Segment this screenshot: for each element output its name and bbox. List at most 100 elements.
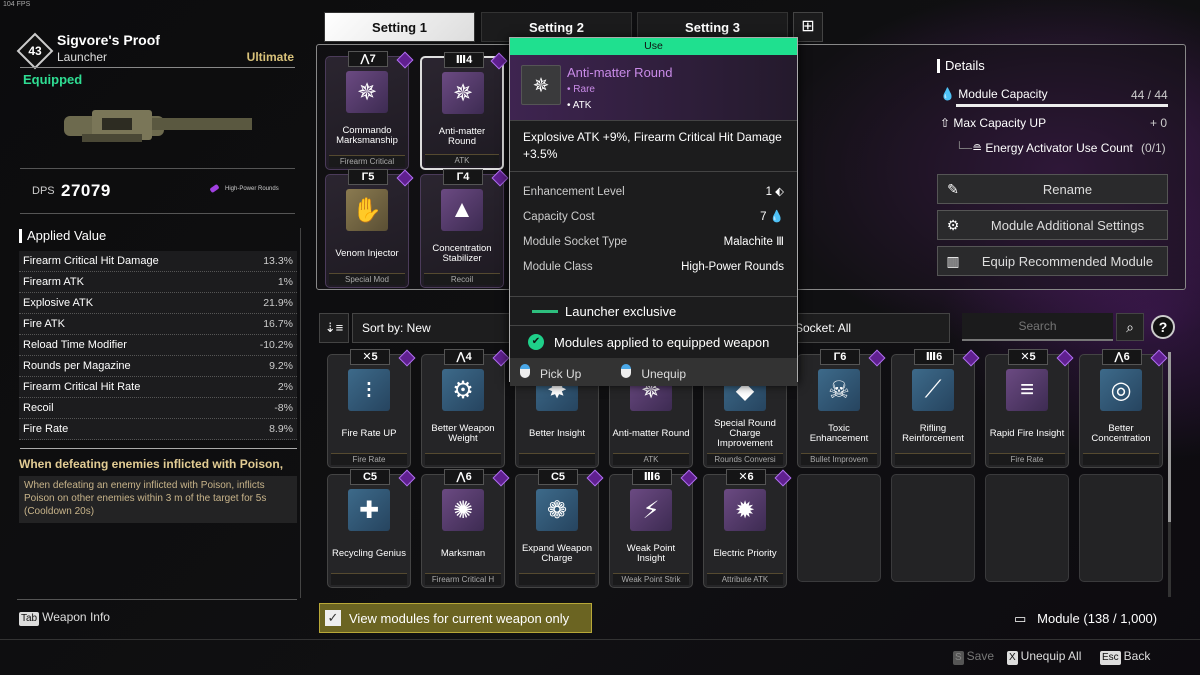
module-name: Recycling Genius: [332, 548, 406, 559]
fps-counter: 104 FPS: [3, 1, 31, 8]
empty-module-slot: [1079, 474, 1163, 582]
launcher-exclusive: Launcher exclusive: [510, 296, 797, 325]
dps-label: DPS: [32, 185, 55, 197]
tooltip-property-row: Module Socket Type Malachite Ⅲ: [510, 230, 797, 255]
details-title: Details: [937, 59, 985, 73]
capacity-socket: ⋀6: [444, 469, 484, 485]
tooltip-module-name: Anti-matter Round: [567, 65, 673, 80]
empty-module-slot: [985, 474, 1069, 582]
grid-plus-icon: ⊞: [801, 18, 815, 35]
module-icon: ⚡: [630, 489, 672, 531]
module-icon: ◎: [1100, 369, 1142, 411]
module-icon: ✚: [348, 489, 390, 531]
module-name: Anti-matter Round: [612, 428, 690, 439]
pick-up-action[interactable]: Pick Up: [520, 363, 581, 381]
socket-filter-dropdown[interactable]: Socket: All: [790, 313, 950, 343]
module-tooltip: Use ✵ Anti-matter Round • Rare • ATK Exp…: [509, 37, 798, 386]
module-category: [519, 453, 595, 465]
empty-module-slot: [891, 474, 975, 582]
unequip-action[interactable]: Unequip: [621, 363, 686, 381]
sort-order-button[interactable]: ⇣≡: [319, 313, 349, 343]
module-icon: ▲: [441, 189, 483, 231]
current-weapon-filter-checkbox[interactable]: ✓ View modules for current weapon only: [319, 603, 592, 633]
unequip-all-hotkey[interactable]: X Unequip All: [1007, 649, 1081, 665]
module-card[interactable]: C5 ❁ Expand Weapon Charge: [515, 469, 604, 588]
stat-label: Reload Time Modifier: [23, 339, 127, 351]
divider: [0, 639, 1200, 640]
use-button[interactable]: Use: [510, 38, 797, 55]
module-icon: ⟋: [912, 369, 954, 411]
module-card[interactable]: C5 ✚ Recycling Genius: [327, 469, 416, 588]
module-name: Commando Marksmanship: [336, 125, 398, 146]
applied-value-row: Recoil -8%: [19, 398, 297, 419]
module-name: Rifling Reinforcement: [902, 423, 964, 444]
module-category: ATK: [425, 154, 499, 166]
search-input[interactable]: [962, 313, 1113, 341]
sort-icon: ⇣≡: [324, 320, 344, 335]
module-card[interactable]: Γ6 ☠ Toxic Enhancement Bullet Improvem: [797, 349, 886, 468]
module-icon: ✺: [442, 489, 484, 531]
module-card[interactable]: ✕5 ⁝ Fire Rate UP Fire Rate: [327, 349, 416, 468]
module-category: Firearm Critical: [329, 155, 405, 167]
max-capacity-up-value: + 0: [1150, 116, 1168, 130]
module-name: Toxic Enhancement: [809, 423, 869, 444]
weapon-name: Sigvore's Proof: [57, 32, 160, 48]
module-card[interactable]: Γ4 ▲ Concentration Stabilizer Recoil: [420, 169, 509, 288]
module-capacity-value: 44 / 44: [1131, 88, 1168, 102]
stat-value: 13.3%: [263, 255, 293, 267]
module-name: Expand Weapon Charge: [521, 543, 593, 564]
module-category: [425, 453, 501, 465]
tooltip-rarity: • Rare: [567, 84, 595, 95]
module-category: Firearm Critical H: [425, 573, 501, 585]
module-category: Bullet Improvem: [801, 453, 877, 465]
module-card[interactable]: ⋀6 ✺ Marksman Firearm Critical H: [421, 469, 510, 588]
tab-setting-1[interactable]: Setting 1: [324, 12, 475, 42]
search-button[interactable]: ⌕: [1116, 313, 1144, 341]
weapon-tier: Ultimate: [246, 50, 294, 64]
module-name: Better Weapon Weight: [431, 423, 495, 444]
tree-branch-icon: └─: [955, 141, 973, 155]
tooltip-property-row: Capacity Cost 7 💧: [510, 205, 797, 230]
module-card[interactable]: Γ5 ✋ Venom Injector Special Mod: [325, 169, 414, 288]
module-card[interactable]: Ⅲ6 ⚡ Weak Point Insight Weak Point Strik: [609, 469, 698, 588]
back-hotkey[interactable]: Esc Back: [1100, 649, 1150, 665]
module-card[interactable]: Ⅲ4 ✵ Anti-matter Round ATK: [420, 52, 508, 170]
divider: [20, 67, 295, 68]
help-button[interactable]: ?: [1151, 315, 1175, 339]
scrollbar-thumb[interactable]: [1168, 352, 1171, 522]
module-category: Special Mod: [329, 273, 405, 285]
module-category: ATK: [613, 453, 689, 465]
equipped-status: Equipped: [23, 72, 83, 87]
module-card[interactable]: ⋀4 ⚙ Better Weapon Weight: [421, 349, 510, 468]
save-hotkey[interactable]: S Save: [953, 649, 994, 665]
applied-value-list: Firearm Critical Hit Damage 13.3% Firearm …: [19, 251, 297, 440]
module-icon: ⚙: [442, 369, 484, 411]
capacity-socket: Γ5: [348, 169, 388, 185]
module-icon: ✵: [346, 71, 388, 113]
settings-gear-icon: ⚙: [946, 216, 960, 233]
module-card[interactable]: ✕6 ✹ Electric Priority Attribute ATK: [703, 469, 792, 588]
capacity-bar-fill: [956, 104, 1168, 107]
module-card[interactable]: ⋀6 ◎ Better Concentration: [1079, 349, 1168, 468]
mouse-right-icon: [621, 363, 632, 378]
rename-button[interactable]: ✎ Rename: [937, 174, 1168, 204]
module-name: Electric Priority: [713, 548, 777, 559]
mouse-left-icon: [520, 363, 530, 378]
equip-recommended-button[interactable]: ▥ Equip Recommended Module: [937, 246, 1168, 276]
capacity-socket: C5: [538, 469, 578, 485]
module-card[interactable]: ⋀7 ✵ Commando Marksmanship Firearm Critical: [325, 51, 414, 170]
stat-label: Firearm ATK: [23, 276, 84, 288]
module-card[interactable]: Ⅲ6 ⟋ Rifling Reinforcement: [891, 349, 980, 468]
weapon-info-hotkey[interactable]: Tab Weapon Info: [19, 610, 110, 626]
sort-dropdown[interactable]: Sort by: New: [352, 313, 512, 343]
anti-matter-round-icon: ✵: [521, 65, 561, 105]
weapon-level: 43: [28, 44, 42, 58]
tooltip-description: Explosive ATK +9%, Firearm Critical Hit …: [510, 121, 797, 172]
capacity-socket: Ⅲ6: [914, 349, 954, 365]
tooltip-class: • ATK: [567, 100, 592, 111]
inventory-scrollbar[interactable]: [1168, 352, 1171, 597]
module-additional-settings-button[interactable]: ⚙ Module Additional Settings: [937, 210, 1168, 240]
capacity-socket: Ⅲ6: [632, 469, 672, 485]
module-card[interactable]: ✕5 ≡ Rapid Fire Insight Fire Rate: [985, 349, 1074, 468]
module-name: Venom Injector: [335, 248, 399, 259]
